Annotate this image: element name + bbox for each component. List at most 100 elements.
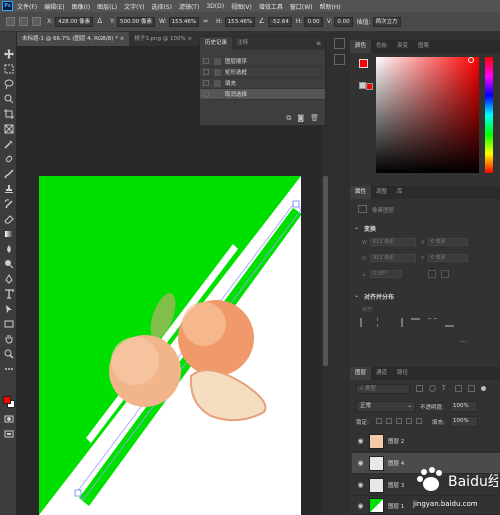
align-bottom-icon[interactable] xyxy=(445,318,454,327)
align-center-icon[interactable] xyxy=(377,318,386,327)
menu-type[interactable]: 文字(Y) xyxy=(124,2,144,11)
history-checkbox[interactable] xyxy=(203,69,209,75)
gradient-tool-icon[interactable] xyxy=(3,228,14,239)
tab-untitled-1[interactable]: 未标题-1 @ 66.7% (图层 4, RGB/8) * × xyxy=(17,32,130,46)
dodge-tool-icon[interactable] xyxy=(3,258,14,269)
properties-x-input[interactable]: 0 像素 xyxy=(428,238,468,246)
align-top-icon[interactable] xyxy=(411,318,420,327)
fill-input[interactable]: 100% xyxy=(450,416,478,427)
menu-layer[interactable]: 图层(L) xyxy=(97,2,117,11)
panel-menu-icon[interactable]: ≡ xyxy=(316,40,321,47)
blend-mode-select[interactable]: 正常 ⌄ xyxy=(356,401,416,412)
tab-channels[interactable]: 通道 xyxy=(371,367,392,380)
align-middle-icon[interactable] xyxy=(428,318,437,327)
menu-3d[interactable]: 3D(D) xyxy=(206,3,224,10)
history-item-current[interactable]: 取消选择 xyxy=(200,89,325,100)
filter-pixel-icon[interactable] xyxy=(416,385,423,392)
history-checkbox[interactable] xyxy=(203,91,209,97)
eraser-tool-icon[interactable] xyxy=(3,213,14,224)
tab-patterns[interactable]: 图案 xyxy=(413,40,434,53)
blur-tool-icon[interactable] xyxy=(3,243,14,254)
lock-artboard-icon[interactable] xyxy=(406,418,412,424)
visibility-eye-icon[interactable]: ◉ xyxy=(355,481,366,489)
align-left-icon[interactable] xyxy=(360,318,369,327)
menu-image[interactable]: 图像(I) xyxy=(72,2,90,11)
color-field[interactable] xyxy=(376,57,479,173)
menu-help[interactable]: 帮助(H) xyxy=(320,2,341,11)
tab-swatches[interactable]: 色板 xyxy=(371,40,392,53)
properties-angle-input[interactable]: 0.00° xyxy=(370,270,402,278)
link-icon[interactable]: ∞ xyxy=(201,17,210,26)
tab-properties[interactable]: 属性 xyxy=(350,186,372,199)
color-picker-cursor[interactable] xyxy=(468,57,474,63)
screen-mode-icon[interactable] xyxy=(3,428,14,439)
foreground-color-swatch[interactable] xyxy=(3,396,15,408)
transform-handle[interactable] xyxy=(74,489,82,497)
tab-notes[interactable]: 注释 xyxy=(232,37,253,50)
menu-filter[interactable]: 滤镜(T) xyxy=(179,2,199,11)
menu-file[interactable]: 文件(F) xyxy=(17,2,37,11)
snapshot-camera-icon[interactable]: ◙ xyxy=(297,114,304,122)
history-checkbox[interactable] xyxy=(203,58,209,64)
flip-vertical-icon[interactable] xyxy=(440,270,449,278)
collapse-chevron-icon[interactable]: ⌄ xyxy=(354,292,359,299)
lasso-tool-icon[interactable] xyxy=(3,78,14,89)
align-right-icon[interactable] xyxy=(394,318,403,327)
hue-slider[interactable] xyxy=(485,57,493,173)
scrollbar-thumb[interactable] xyxy=(323,176,328,366)
layer-filter-input[interactable]: ⌕ 类型 xyxy=(356,384,410,394)
more-options-icon[interactable]: ··· xyxy=(460,338,467,346)
filter-toggle-icon[interactable] xyxy=(481,386,486,391)
history-item[interactable]: 矩形选框 xyxy=(200,67,325,78)
menu-view[interactable]: 视图(V) xyxy=(231,2,252,11)
tab-history[interactable]: 历史记录 xyxy=(200,37,233,50)
y-input[interactable]: 500.00 像素 xyxy=(117,16,156,27)
lock-all-icon[interactable] xyxy=(416,418,422,424)
marquee-tool-icon[interactable] xyxy=(3,63,14,74)
tab-gradients[interactable]: 渐变 xyxy=(392,40,413,53)
menu-edit[interactable]: 编辑(E) xyxy=(44,2,64,11)
frame-tool-icon[interactable] xyxy=(3,123,14,134)
tab-peach-3[interactable]: 桃子3.png @ 100% × xyxy=(129,32,197,46)
collapse-chevron-icon[interactable]: ⌄ xyxy=(354,224,359,231)
close-icon[interactable]: × xyxy=(120,36,125,42)
quick-select-tool-icon[interactable] xyxy=(3,93,14,104)
visibility-eye-icon[interactable]: ◉ xyxy=(355,437,366,445)
menu-select[interactable]: 选择(S) xyxy=(151,2,172,11)
tab-layers[interactable]: 图层 xyxy=(350,367,372,380)
tab-adjustments[interactable]: 调整 xyxy=(371,186,392,199)
hand-tool-icon[interactable] xyxy=(3,333,14,344)
lock-transparency-icon[interactable] xyxy=(376,418,382,424)
skew-h-input[interactable]: 0.00 xyxy=(304,16,323,27)
rectangle-tool-icon[interactable] xyxy=(3,318,14,329)
path-select-tool-icon[interactable] xyxy=(3,303,14,314)
lock-pixels-icon[interactable] xyxy=(386,418,392,424)
brush-tool-icon[interactable] xyxy=(3,168,14,179)
layer-row[interactable]: ◉ 图层 2 xyxy=(352,431,500,452)
foreground-color-chip[interactable] xyxy=(3,396,11,404)
filter-adjustment-icon[interactable] xyxy=(429,385,436,392)
opacity-input[interactable]: 100% xyxy=(450,401,478,412)
history-checkbox[interactable] xyxy=(203,80,209,86)
more-tools-icon[interactable] xyxy=(3,363,14,374)
history-brush-tool-icon[interactable] xyxy=(3,198,14,209)
zoom-tool-icon[interactable] xyxy=(3,348,14,359)
visibility-eye-icon[interactable]: ◉ xyxy=(355,502,366,510)
w-input[interactable]: 153.46% xyxy=(168,16,200,27)
move-tool-icon[interactable] xyxy=(3,48,14,59)
stamp-tool-icon[interactable] xyxy=(3,183,14,194)
foreground-color-swatch[interactable] xyxy=(359,59,368,68)
menu-plugins[interactable]: 增效工具 xyxy=(259,2,283,11)
healing-brush-tool-icon[interactable] xyxy=(3,153,14,164)
properties-y-input[interactable]: 0 像素 xyxy=(428,254,468,262)
filter-type-icon[interactable]: T xyxy=(442,385,449,392)
trash-icon[interactable]: 🗑 xyxy=(310,114,319,122)
crop-tool-icon[interactable] xyxy=(3,108,14,119)
delta-icon[interactable]: Δ xyxy=(95,17,104,26)
new-document-from-state-icon[interactable]: ⧉ xyxy=(286,114,291,123)
notes-panel-icon[interactable] xyxy=(334,54,345,65)
x-input[interactable]: 428.00 像素 xyxy=(55,16,94,27)
quick-mask-icon[interactable] xyxy=(3,413,14,424)
type-tool-icon[interactable] xyxy=(3,288,14,299)
menu-window[interactable]: 窗口(W) xyxy=(290,2,313,11)
